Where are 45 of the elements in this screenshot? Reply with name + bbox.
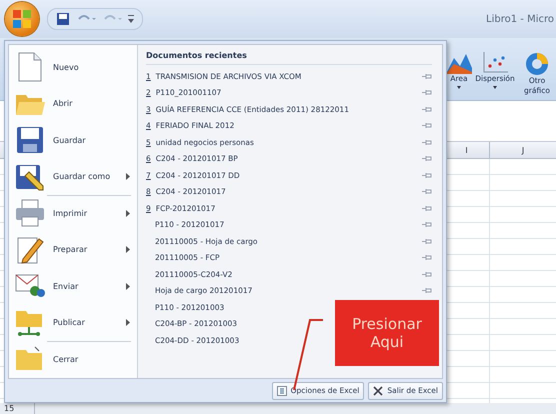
menu-item[interactable]: Cerrar [9, 341, 137, 378]
submenu-arrow-icon [126, 282, 130, 290]
recent-documents-heading: Documentos recientes [146, 51, 432, 65]
column-header[interactable]: J [489, 142, 556, 158]
pin-icon[interactable] [422, 221, 432, 228]
pin-icon[interactable] [422, 122, 432, 130]
menu-item[interactable]: Guardar [9, 122, 137, 158]
menu-item[interactable]: Enviar [9, 268, 137, 304]
customize-toolbar-icon[interactable] [128, 14, 134, 24]
pin-icon[interactable] [422, 172, 432, 179]
area-chart-icon [446, 52, 472, 74]
callout-label: Presionar Aqui [335, 300, 439, 366]
submenu-arrow-icon [126, 319, 130, 326]
pin-icon[interactable] [422, 254, 432, 262]
submenu-arrow-icon [126, 210, 130, 217]
pin-icon[interactable] [422, 204, 432, 212]
pin-icon[interactable] [422, 155, 432, 162]
office-button[interactable] [5, 2, 39, 36]
pin-icon[interactable] [422, 89, 432, 96]
donut-chart-icon [525, 52, 549, 76]
submenu-arrow-icon [126, 173, 130, 180]
options-icon [276, 386, 287, 396]
pin-icon[interactable] [422, 238, 432, 245]
pin-icon[interactable] [422, 72, 432, 80]
folder-network-icon [15, 308, 45, 337]
pin-icon[interactable] [422, 138, 432, 146]
close-icon [373, 386, 384, 396]
pin-icon[interactable] [422, 270, 432, 278]
pin-icon[interactable] [422, 188, 432, 196]
document-pencil-icon [15, 234, 45, 265]
window-title: Libro1 - Micro [486, 14, 554, 24]
office-logo-icon [12, 9, 32, 29]
pin-icon[interactable] [422, 287, 432, 294]
menu-item[interactable]: Abrir [9, 86, 137, 122]
menu-item[interactable]: Preparar [9, 232, 137, 268]
scatter-chart-icon [482, 52, 508, 74]
folder-icon [15, 346, 45, 372]
submenu-arrow-icon [126, 246, 130, 254]
printer-icon [15, 199, 45, 228]
menu-item[interactable]: Guardar como [9, 158, 137, 195]
menu-item[interactable]: Imprimir [9, 195, 137, 232]
menu-item[interactable]: Publicar [9, 304, 137, 341]
save-icon[interactable] [56, 12, 70, 26]
menu-item[interactable]: Nuevo [9, 49, 137, 86]
pin-icon[interactable] [422, 106, 432, 113]
